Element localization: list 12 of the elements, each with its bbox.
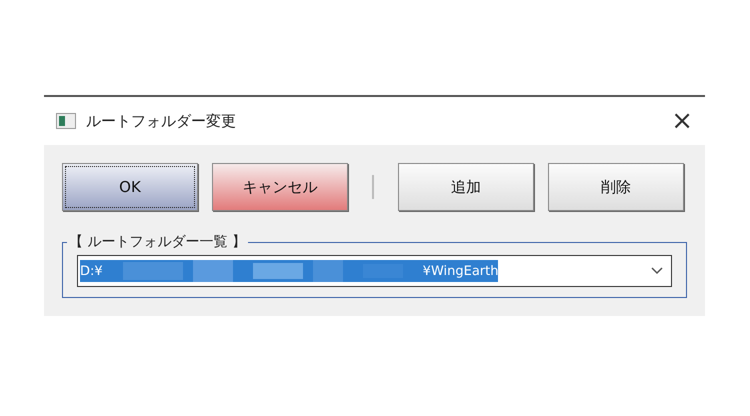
ok-button[interactable]: OK: [62, 163, 198, 211]
path-end: ¥WingEarth: [422, 264, 498, 278]
window-icon: [56, 113, 76, 129]
action-button[interactable]: 削除: [548, 163, 684, 211]
cancel-button[interactable]: キャンセル: [212, 163, 348, 211]
folder-dropdown[interactable]: D:¥ ¥WingEarth: [77, 255, 672, 287]
path-start: D:¥: [80, 264, 103, 278]
window-title: ルートフォルダー変更: [86, 112, 237, 130]
chevron-down-icon[interactable]: [651, 267, 663, 275]
action-button[interactable]: 追加: [398, 163, 534, 211]
close-button[interactable]: ×: [671, 108, 693, 134]
group-title: 【 ルートフォルダー一覧 】: [68, 233, 247, 251]
